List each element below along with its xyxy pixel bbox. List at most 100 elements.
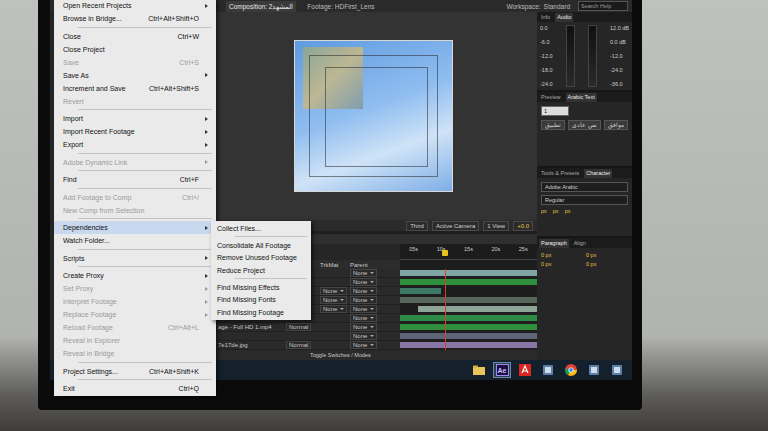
menu-item[interactable]: Import Recent Footage: [54, 125, 216, 138]
menu-item[interactable]: Remove Unused Footage: [211, 252, 311, 265]
menu-item[interactable]: Find Missing Footage: [211, 306, 311, 319]
indent-field[interactable]: 0 px: [541, 261, 583, 267]
arabic-button[interactable]: نص عادي: [568, 120, 601, 130]
menu-item[interactable]: Watch Folder...: [54, 234, 216, 247]
panel-tab[interactable]: Composition: 2المشهد: [226, 1, 296, 12]
menu-item[interactable]: Interpret Footage: [54, 295, 216, 308]
style-field[interactable]: Regular: [541, 195, 628, 205]
unit-value[interactable]: px: [565, 208, 571, 214]
workspace-value[interactable]: Standard: [544, 3, 570, 10]
menu-item[interactable]: Set Proxy: [54, 282, 216, 295]
viewer-control[interactable]: 1 View: [483, 221, 509, 231]
font-field[interactable]: Adobe Arabic: [541, 182, 628, 192]
menu-item[interactable]: Reload FootageCtrl+Alt+L: [54, 321, 216, 334]
taskbar-button[interactable]: Ae: [493, 362, 511, 378]
layer-row[interactable]: 7e17de.jpgNormalNone: [210, 341, 537, 350]
parent-dropdown[interactable]: None: [350, 287, 377, 295]
menu-item[interactable]: Adobe Dynamic Link: [54, 156, 216, 169]
menu-item[interactable]: Create Proxy: [54, 269, 216, 282]
menu-item[interactable]: FindCtrl+F: [54, 173, 216, 186]
parent-dropdown[interactable]: None: [350, 341, 377, 349]
layer-bar[interactable]: [400, 270, 537, 276]
parent-dropdown[interactable]: None: [350, 269, 377, 277]
parent-dropdown[interactable]: None: [350, 296, 377, 304]
menu-item[interactable]: Replace Footage: [54, 308, 216, 321]
panel-tab[interactable]: Audio: [555, 13, 573, 22]
menu-item[interactable]: Find Missing Effects: [211, 281, 311, 294]
number-field[interactable]: 1: [541, 106, 569, 116]
layer-bar[interactable]: [400, 288, 441, 294]
panel-tab[interactable]: Align: [572, 239, 588, 248]
menu-item[interactable]: Save As: [54, 69, 216, 82]
panel-tab[interactable]: Preview: [539, 93, 563, 102]
menu-item[interactable]: Reduce Project: [211, 264, 311, 277]
toggle-modes-button[interactable]: Toggle Switches / Modes: [310, 352, 371, 358]
menu-item[interactable]: Close Project: [54, 43, 216, 56]
menu-item[interactable]: Export: [54, 138, 216, 151]
parent-dropdown[interactable]: None: [350, 305, 377, 313]
taskbar-button[interactable]: [608, 362, 626, 378]
menu-item[interactable]: Import: [54, 112, 216, 125]
indent-field[interactable]: 0 px: [586, 261, 628, 267]
menu-item[interactable]: Add Footage to CompCtrl+/: [54, 191, 216, 204]
viewer-control[interactable]: Active Camera: [432, 221, 479, 231]
search-field[interactable]: [578, 1, 628, 11]
menu-item[interactable]: Project Settings...Ctrl+Alt+Shift+K: [54, 365, 216, 378]
layer-row[interactable]: None: [210, 332, 537, 341]
taskbar-button[interactable]: [516, 362, 534, 378]
panel-tab[interactable]: Tools & Presets: [539, 169, 581, 178]
parent-dropdown[interactable]: None: [350, 332, 377, 340]
trkmat-dropdown[interactable]: None: [320, 287, 347, 295]
menu-item[interactable]: Consolidate All Footage: [211, 239, 311, 252]
panel-tab[interactable]: Footage: HDFirst_Lens: [304, 1, 377, 12]
taskbar-button[interactable]: [539, 362, 557, 378]
layer-bar[interactable]: [400, 324, 537, 330]
panel-tab[interactable]: Info: [539, 13, 552, 22]
menu-item[interactable]: Reveal in Bridge: [54, 347, 216, 360]
unit-value[interactable]: px: [553, 208, 559, 214]
unit-value[interactable]: px: [541, 208, 547, 214]
menu-item[interactable]: Collect Files...: [211, 222, 311, 235]
arabic-button[interactable]: تطبيق: [541, 120, 565, 130]
menu-item[interactable]: CloseCtrl+W: [54, 30, 216, 43]
viewer-control[interactable]: +0.0: [513, 221, 533, 231]
menu-item[interactable]: ExitCtrl+Q: [54, 382, 216, 395]
taskbar-button[interactable]: [585, 362, 603, 378]
indent-field[interactable]: 0 px: [586, 252, 628, 258]
indent-field[interactable]: 0 px: [541, 252, 583, 258]
taskbar-button[interactable]: [562, 362, 580, 378]
layer-bar[interactable]: [400, 333, 537, 339]
parent-dropdown[interactable]: None: [350, 323, 377, 331]
menu-item[interactable]: Increment and SaveCtrl+Alt+Shift+S: [54, 82, 216, 95]
layer-bar[interactable]: [400, 297, 537, 303]
menu-item[interactable]: Reveal in Explorer: [54, 334, 216, 347]
panel-tab[interactable]: Paragraph: [539, 239, 569, 248]
parent-dropdown[interactable]: None: [350, 278, 377, 286]
menu-item[interactable]: SaveCtrl+S: [54, 56, 216, 69]
trkmat-dropdown[interactable]: None: [320, 305, 347, 313]
layer-row[interactable]: age - Full HD 1.mp4NormalNone: [210, 323, 537, 332]
menu-item[interactable]: Dependencies: [54, 221, 216, 234]
panel-tab[interactable]: Character: [584, 169, 612, 178]
menu-item[interactable]: Scripts: [54, 252, 216, 265]
playhead-handle[interactable]: [442, 250, 448, 256]
layer-bar[interactable]: [400, 315, 537, 321]
workspace-selector[interactable]: Workspace:Standard: [506, 3, 570, 10]
mode-dropdown[interactable]: Normal: [286, 341, 311, 349]
panel-tab[interactable]: Arabic Text: [566, 93, 597, 102]
viewer-control[interactable]: Third: [406, 221, 428, 231]
trkmat-dropdown[interactable]: None: [320, 296, 347, 304]
layer-bar[interactable]: [400, 279, 537, 285]
mode-dropdown[interactable]: Normal: [286, 323, 311, 331]
menu-item[interactable]: Find Missing Fonts: [211, 294, 311, 307]
layer-bar[interactable]: [400, 342, 537, 348]
menu-item[interactable]: Open Recent Projects: [54, 0, 216, 12]
menu-item[interactable]: New Comp from Selection: [54, 204, 216, 217]
menu-item[interactable]: Revert: [54, 95, 216, 108]
time-ruler[interactable]: 05s10s15s20s25s: [400, 244, 537, 260]
menu-item[interactable]: Browse in Bridge...Ctrl+Alt+Shift+O: [54, 12, 216, 25]
layer-bar[interactable]: [418, 306, 537, 312]
parent-dropdown[interactable]: None: [350, 314, 377, 322]
arabic-button[interactable]: موافق: [604, 120, 628, 130]
taskbar-button[interactable]: [470, 362, 488, 378]
